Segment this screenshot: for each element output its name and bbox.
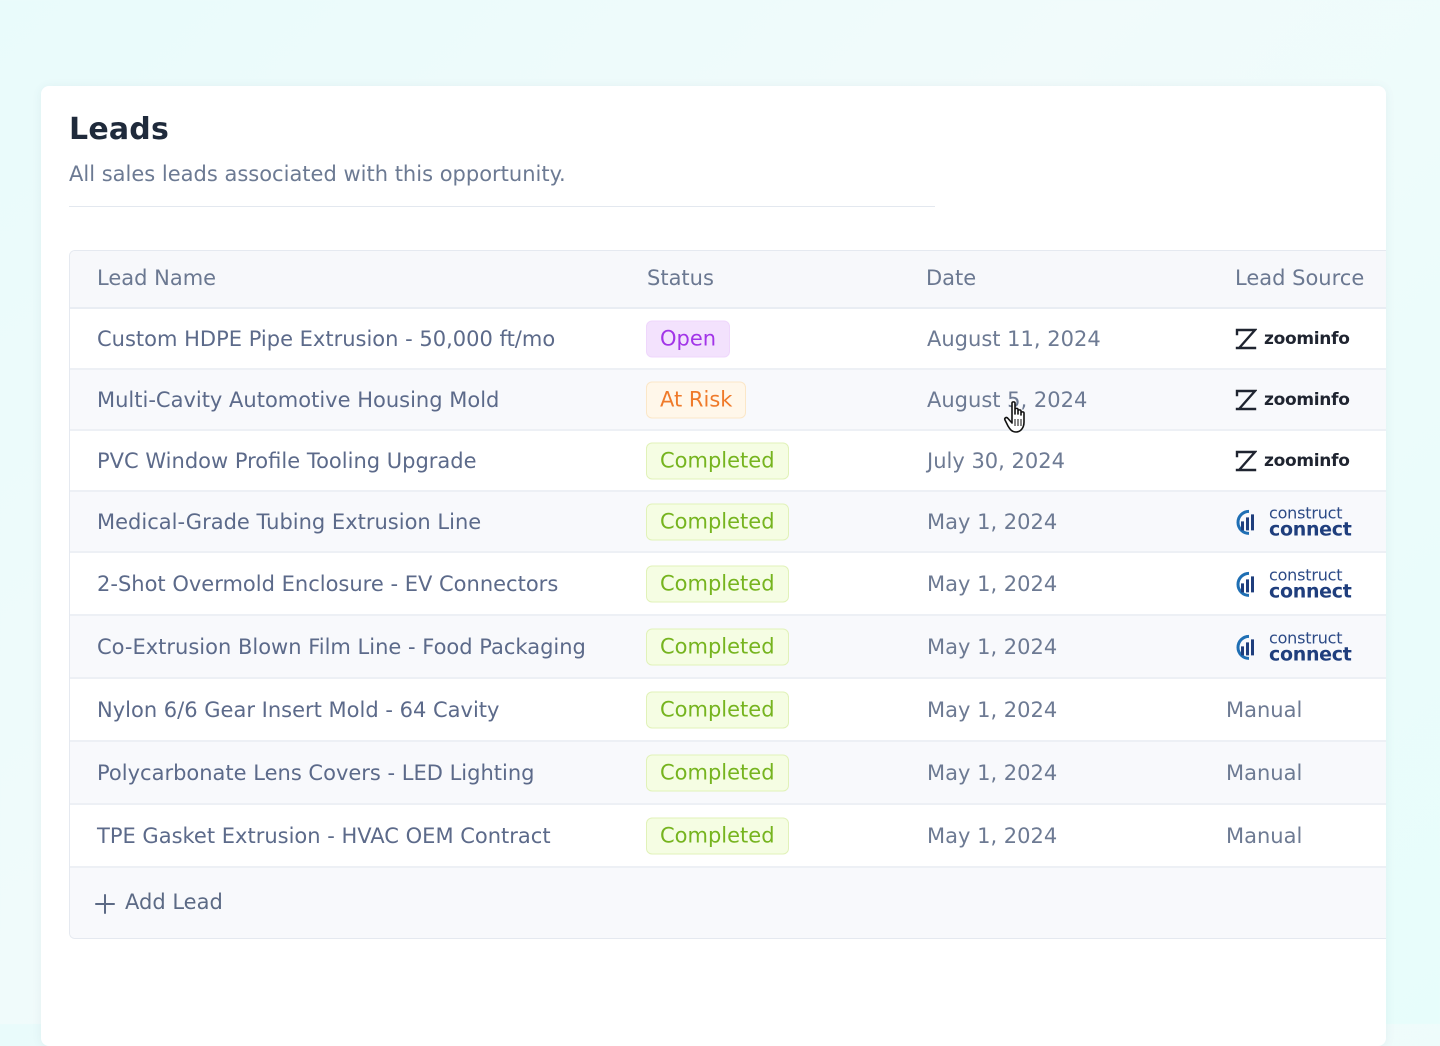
status-cell: Completed: [646, 565, 789, 602]
page-title: Leads: [69, 112, 170, 147]
constructconnect-wordmark-bottom: connect: [1269, 643, 1352, 666]
status-badge: Completed: [646, 817, 789, 854]
lead-date: May 1, 2024: [927, 823, 1058, 848]
lead-name[interactable]: Multi-Cavity Automotive Housing Mold: [97, 388, 499, 412]
status-badge: Completed: [646, 754, 789, 791]
lead-source-zoominfo-logo: zoominfo: [1233, 389, 1350, 411]
constructconnect-wordmark-bottom: connect: [1269, 518, 1352, 541]
lead-name[interactable]: TPE Gasket Extrusion - HVAC OEM Contract: [97, 824, 551, 848]
lead-date: August 5, 2024: [927, 387, 1088, 412]
table-row[interactable]: PVC Window Profile Tooling Upgrade Comple…: [70, 431, 1386, 492]
table-body: Custom HDPE Pipe Extrusion - 50,000 ft/m…: [70, 309, 1386, 868]
constructconnect-wordmark: construct connect: [1269, 504, 1352, 541]
status-badge: Completed: [646, 503, 789, 540]
table-row[interactable]: Custom HDPE Pipe Extrusion - 50,000 ft/m…: [70, 309, 1386, 370]
lead-source: Manual: [1226, 823, 1303, 848]
status-cell: Completed: [646, 691, 789, 728]
leads-card: Leads All sales leads associated with th…: [41, 86, 1386, 1046]
lead-name[interactable]: Nylon 6/6 Gear Insert Mold - 64 Cavity: [97, 698, 499, 722]
table-row[interactable]: Nylon 6/6 Gear Insert Mold - 64 Cavity Co…: [70, 679, 1386, 742]
lead-name[interactable]: Polycarbonate Lens Covers - LED Lighting: [97, 761, 535, 785]
header-divider: [69, 206, 935, 207]
column-header-lead-source[interactable]: Lead Source: [1235, 266, 1364, 290]
lead-name[interactable]: Custom HDPE Pipe Extrusion - 50,000 ft/m…: [97, 327, 555, 351]
lead-source-constructconnect-logo: construct connect: [1233, 504, 1352, 541]
zoominfo-icon: [1235, 389, 1257, 410]
constructconnect-logo: construct connect: [1235, 566, 1352, 603]
lead-name[interactable]: PVC Window Profile Tooling Upgrade: [97, 449, 477, 473]
lead-date: August 11, 2024: [927, 326, 1101, 351]
column-header-lead-name[interactable]: Lead Name: [97, 266, 216, 290]
zoominfo-icon: [1235, 328, 1257, 349]
constructconnect-wordmark: construct connect: [1269, 629, 1352, 666]
leads-table: Lead Name Status Date Lead Source Custom…: [69, 250, 1386, 939]
constructconnect-logo: construct connect: [1235, 504, 1352, 541]
status-badge: Open: [646, 320, 731, 357]
constructconnect-wordmark-bottom: connect: [1269, 580, 1352, 603]
zoominfo-wordmark: zoominfo: [1264, 450, 1350, 471]
zoominfo-logo: zoominfo: [1235, 450, 1350, 472]
status-cell: At Risk: [646, 381, 747, 418]
plus-icon: [95, 894, 115, 914]
status-cell: Open: [646, 320, 731, 357]
zoominfo-logo: zoominfo: [1235, 389, 1350, 411]
table-row[interactable]: 2-Shot Overmold Enclosure - EV Connector…: [70, 553, 1386, 616]
status-cell: Completed: [646, 628, 789, 665]
lead-date: May 1, 2024: [927, 634, 1058, 659]
lead-source: Manual: [1226, 760, 1303, 785]
zoominfo-wordmark: zoominfo: [1264, 389, 1350, 410]
table-header: Lead Name Status Date Lead Source: [70, 251, 1386, 309]
zoominfo-logo: zoominfo: [1235, 328, 1350, 350]
status-cell: Completed: [646, 503, 789, 540]
lead-source-zoominfo-logo: zoominfo: [1233, 450, 1350, 472]
lead-date: July 30, 2024: [927, 448, 1065, 473]
column-header-status[interactable]: Status: [647, 266, 714, 290]
status-cell: Completed: [646, 754, 789, 791]
lead-source-zoominfo-logo: zoominfo: [1233, 328, 1350, 350]
add-lead-label: Add Lead: [125, 890, 223, 914]
status-badge: Completed: [646, 628, 789, 665]
constructconnect-logo: construct connect: [1235, 629, 1352, 666]
lead-date: May 1, 2024: [927, 697, 1058, 722]
lead-date: May 1, 2024: [927, 760, 1058, 785]
constructconnect-icon: [1236, 509, 1254, 535]
lead-name[interactable]: Medical-Grade Tubing Extrusion Line: [97, 510, 481, 534]
column-header-date[interactable]: Date: [926, 266, 976, 290]
lead-source: Manual: [1226, 697, 1303, 722]
constructconnect-wordmark: construct connect: [1269, 566, 1352, 603]
lead-date: May 1, 2024: [927, 509, 1058, 534]
lead-date: May 1, 2024: [927, 571, 1058, 596]
status-badge: Completed: [646, 565, 789, 602]
status-badge: Completed: [646, 691, 789, 728]
constructconnect-icon: [1236, 634, 1254, 660]
status-badge: Completed: [646, 442, 789, 479]
zoominfo-icon: [1235, 450, 1257, 471]
zoominfo-wordmark: zoominfo: [1264, 328, 1350, 349]
lead-name[interactable]: Co-Extrusion Blown Film Line - Food Pack…: [97, 635, 586, 659]
add-lead-button[interactable]: Add Lead: [70, 868, 1386, 938]
page-subtitle: All sales leads associated with this opp…: [69, 162, 566, 186]
table-row[interactable]: Polycarbonate Lens Covers - LED Lighting…: [70, 742, 1386, 805]
status-cell: Completed: [646, 817, 789, 854]
table-row[interactable]: Medical-Grade Tubing Extrusion Line Compl…: [70, 492, 1386, 553]
lead-name[interactable]: 2-Shot Overmold Enclosure - EV Connector…: [97, 572, 558, 596]
table-row[interactable]: Multi-Cavity Automotive Housing Mold At R…: [70, 370, 1386, 431]
lead-source-constructconnect-logo: construct connect: [1233, 629, 1352, 666]
status-badge: At Risk: [646, 381, 747, 418]
lead-source-constructconnect-logo: construct connect: [1233, 566, 1352, 603]
table-row[interactable]: Co-Extrusion Blown Film Line - Food Pack…: [70, 616, 1386, 679]
status-cell: Completed: [646, 442, 789, 479]
constructconnect-icon: [1236, 571, 1254, 597]
table-row[interactable]: TPE Gasket Extrusion - HVAC OEM Contract…: [70, 805, 1386, 868]
